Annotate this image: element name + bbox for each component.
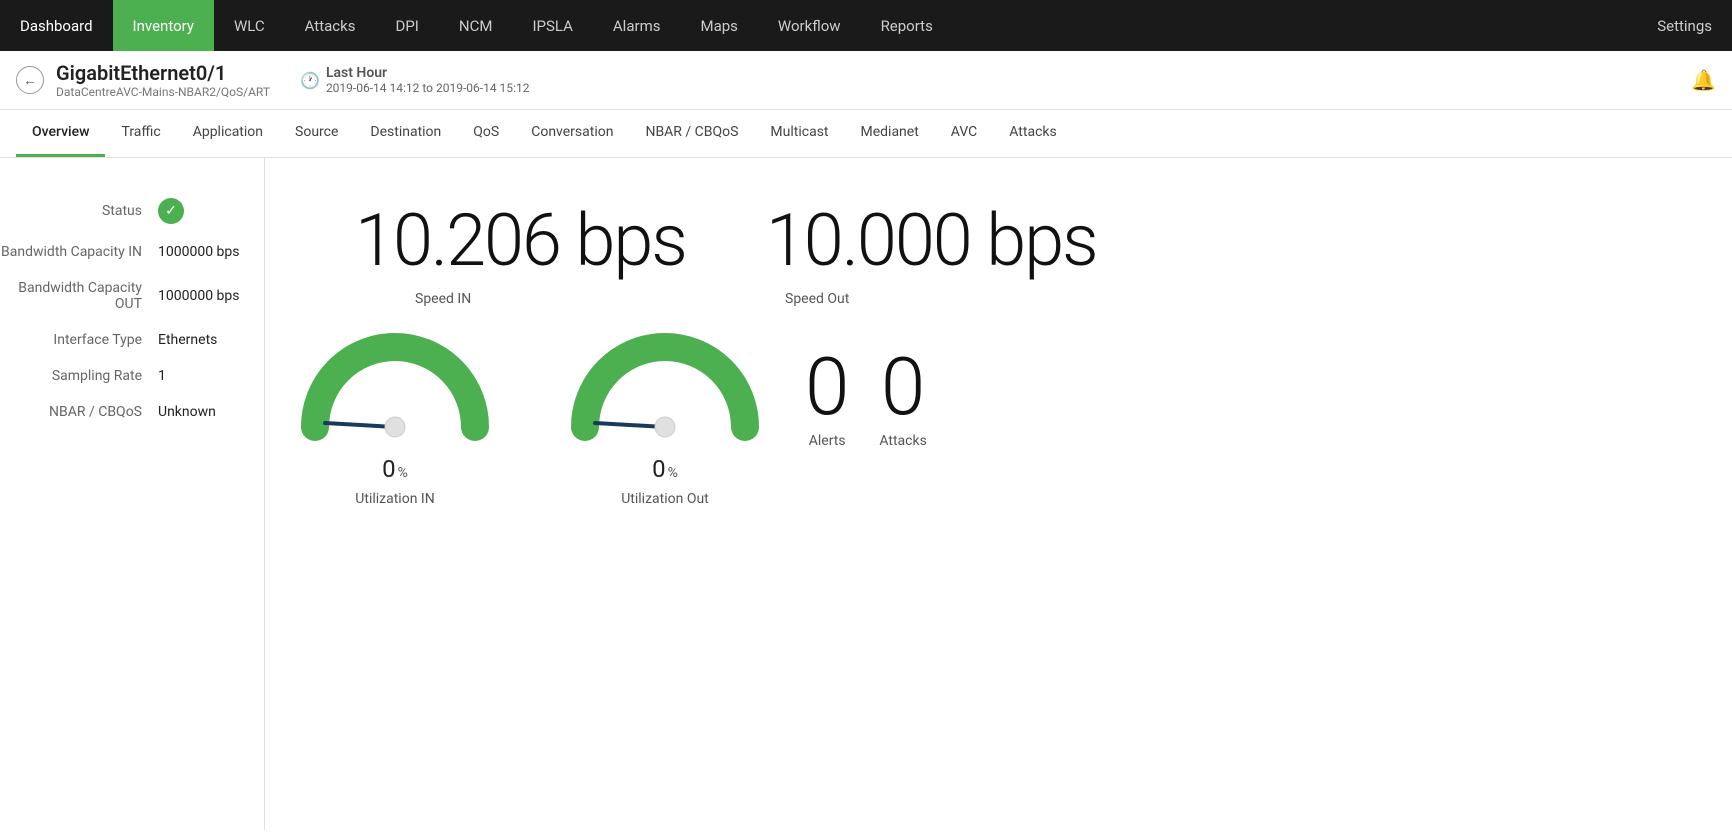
nav-ipsla[interactable]: IPSLA — [512, 0, 592, 51]
sampling-rate-value: 1 — [158, 368, 248, 384]
nav-wlc[interactable]: WLC — [214, 0, 285, 51]
interface-type-value: Ethernets — [158, 332, 248, 348]
main-content: Status ✓ Bandwidth Capacity IN 1000000 b… — [0, 158, 1732, 830]
utilization-in-pct-symbol: % — [398, 465, 408, 481]
bottom-section: 0 % Utilization IN 0 % Utilization Out — [295, 327, 1702, 507]
info-panel: Status ✓ Bandwidth Capacity IN 1000000 b… — [0, 158, 265, 830]
interface-type-label: Interface Type — [2, 332, 142, 348]
top-nav: Dashboard Inventory WLC Attacks DPI NCM … — [0, 0, 1732, 51]
tab-avc[interactable]: AVC — [935, 110, 993, 157]
nbar-value: Unknown — [158, 404, 248, 420]
back-button[interactable]: ← — [16, 66, 44, 94]
nav-workflow[interactable]: Workflow — [758, 0, 861, 51]
attacks-value: 0 — [881, 347, 925, 427]
attacks-box: 0 Attacks — [879, 347, 926, 449]
status-value: ✓ — [158, 198, 248, 224]
nav-dpi[interactable]: DPI — [375, 0, 438, 51]
status-label: Status — [2, 203, 142, 219]
time-label: Last Hour — [326, 65, 530, 81]
info-row-nbar: NBAR / CBQoS Unknown — [0, 394, 264, 430]
info-row-status: Status ✓ — [0, 188, 264, 234]
speed-in-label: Speed IN — [355, 291, 655, 307]
utilization-in-pct: 0 — [382, 455, 396, 483]
tab-traffic[interactable]: Traffic — [105, 110, 176, 157]
gauge-in-svg — [295, 327, 495, 447]
page-header: ← GigabitEthernet0/1 DataCentreAVC-Mains… — [0, 51, 1732, 110]
utilization-out-pct-symbol: % — [668, 465, 678, 481]
nav-maps[interactable]: Maps — [680, 0, 757, 51]
speed-labels-row: Speed IN Speed Out — [295, 291, 1702, 307]
bw-out-label: Bandwidth Capacity OUT — [0, 280, 142, 312]
utilization-out-pct: 0 — [652, 455, 666, 483]
nav-dashboard[interactable]: Dashboard — [0, 0, 113, 51]
status-ok-icon: ✓ — [158, 198, 184, 224]
page-title: GigabitEthernet0/1 — [56, 61, 270, 85]
gauge-in-container: 0 % Utilization IN — [295, 327, 495, 507]
info-row-bw-in: Bandwidth Capacity IN 1000000 bps — [0, 234, 264, 270]
tab-attacks[interactable]: Attacks — [993, 110, 1072, 157]
speed-in-value: 10.206 bps — [355, 198, 686, 283]
tabs-row: Overview Traffic Application Source Dest… — [0, 110, 1732, 158]
alerts-label: Alerts — [809, 433, 846, 449]
tab-multicast[interactable]: Multicast — [754, 110, 844, 157]
tab-medianet[interactable]: Medianet — [845, 110, 935, 157]
notification-bell-button[interactable]: 🔔 — [1691, 68, 1716, 92]
nav-alarms[interactable]: Alarms — [593, 0, 681, 51]
tab-nbar-cbqos[interactable]: NBAR / CBQoS — [629, 110, 754, 157]
bw-out-value: 1000000 bps — [158, 288, 248, 304]
time-range-display: 🕐 Last Hour 2019-06-14 14:12 to 2019-06-… — [300, 65, 529, 95]
speed-row: 10.206 bps 10.000 bps — [295, 178, 1702, 283]
gauge-out-svg — [565, 327, 765, 447]
bw-in-value: 1000000 bps — [158, 244, 248, 260]
tab-conversation[interactable]: Conversation — [515, 110, 629, 157]
utilization-out-label: Utilization Out — [621, 491, 709, 507]
tab-qos[interactable]: QoS — [457, 110, 515, 157]
attacks-label: Attacks — [879, 433, 926, 449]
nav-inventory[interactable]: Inventory — [113, 0, 214, 51]
page-subtitle: DataCentreAVC-Mains-NBAR2/QoS/ART — [56, 85, 270, 99]
nav-settings[interactable]: Settings — [1637, 0, 1732, 51]
gauge-out-container: 0 % Utilization Out — [565, 327, 765, 507]
clock-icon: 🕐 — [300, 71, 320, 90]
tab-application[interactable]: Application — [177, 110, 279, 157]
time-range: 2019-06-14 14:12 to 2019-06-14 15:12 — [326, 81, 530, 95]
info-row-interface-type: Interface Type Ethernets — [0, 322, 264, 358]
tab-overview[interactable]: Overview — [16, 110, 105, 157]
alerts-box: 0 Alerts — [805, 347, 849, 449]
nav-attacks[interactable]: Attacks — [285, 0, 376, 51]
nav-ncm[interactable]: NCM — [439, 0, 513, 51]
nav-reports[interactable]: Reports — [861, 0, 953, 51]
bw-in-label: Bandwidth Capacity IN — [1, 244, 142, 260]
speed-out-label: Speed Out — [655, 291, 955, 307]
speed-out-value: 10.000 bps — [766, 198, 1097, 283]
sampling-rate-label: Sampling Rate — [2, 368, 142, 384]
nbar-label: NBAR / CBQoS — [2, 404, 142, 420]
tab-source[interactable]: Source — [279, 110, 354, 157]
alerts-value: 0 — [805, 347, 849, 427]
tab-destination[interactable]: Destination — [354, 110, 457, 157]
info-row-bw-out: Bandwidth Capacity OUT 1000000 bps — [0, 270, 264, 322]
data-panel: 10.206 bps 10.000 bps Speed IN Speed Out — [265, 158, 1732, 830]
info-row-sampling-rate: Sampling Rate 1 — [0, 358, 264, 394]
utilization-in-label: Utilization IN — [355, 491, 434, 507]
